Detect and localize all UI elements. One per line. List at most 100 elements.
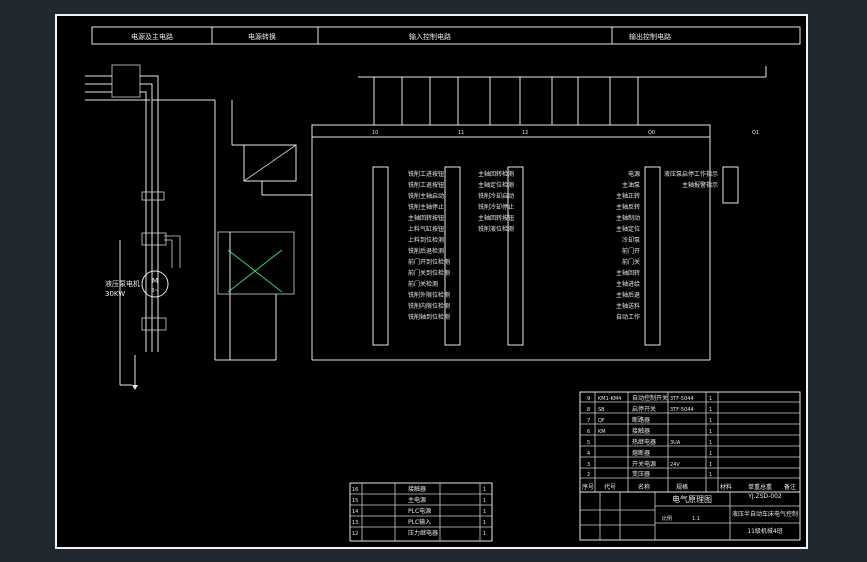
input-label: 主轴回转按钮 [478,214,514,222]
plc-module-q1: Q1 [752,130,759,136]
output-label: 主轴报警指示 [682,181,718,189]
bom-no: 9 [587,396,590,402]
output-label: 冷却泵 [622,236,640,244]
output-label: 主轴送料 [616,302,640,310]
module-q0-output-list: 电源 主油泵 主轴正转 主轴反转 主轴制动 主轴定位 冷却泵 前门开 前门关 主… [616,170,640,321]
output-label: 主轴回转 [616,269,640,277]
part-name: 主电源 [408,496,426,504]
output-label: 主轴定位 [616,225,640,233]
scale-label: 比例 [662,515,672,522]
main-power-circuit [85,64,216,390]
input-label: 铣削冷却停止 [478,203,514,211]
part-no: 14 [352,509,358,515]
part-name: PLC电源 [408,507,431,515]
bom-table: 9 KM1-KM4 自动控制开关 3TF-5044 1 8 SB 启停开关 3T… [579,391,801,493]
parts-table: 16 接触器 1 15 主电源 1 14 PLC电源 1 13 PLC输入 1 … [349,482,493,542]
input-label: 铣削外限位检测 [408,291,450,299]
bom-header-material: 材料 [720,483,732,491]
input-label: 铣削轴到位检测 [408,313,450,321]
bom-name: 断路器 [632,416,650,424]
motor-label: 液压泵电机 [105,279,140,288]
header-strip: 电源及主电路 电源转换 输入控制电路 输出控制电路 [91,26,801,45]
bom-qty: 1 [709,429,712,435]
motor-symbol-m: M [152,277,158,285]
bom-name: 自动控制开关 [632,394,668,402]
bom-no: 2 [587,472,590,478]
drawing-number: YJ.ZSD-002 [747,493,782,500]
input-label: 铣削主轴停止 [408,203,444,211]
input-label: 主轴定位检测 [478,181,514,189]
part-no: 16 [352,487,358,493]
bom-qty: 1 [709,440,712,446]
bom-no: 4 [587,451,590,457]
bom-no: 3 [587,462,590,468]
bom-qty: 1 [709,396,712,402]
output-label: 主轴进给 [616,280,640,288]
bom-qty: 1 [709,407,712,413]
header-section-power: 电源及主电路 [131,32,173,41]
bom-header-no: 序号 [582,483,594,491]
header-section-input: 输入控制电路 [409,32,451,41]
part-qty: 1 [483,520,486,526]
output-label: 主轴正转 [616,192,640,200]
bom-no: 8 [587,407,590,413]
input-label: 主轴回转检测 [478,170,514,178]
plc-module-10: 10 [372,130,378,136]
input-label: 前门关检测 [408,280,438,288]
bom-qty: 1 [709,418,712,424]
bom-qty: 1 [709,462,712,468]
output-label: 自动工作 [616,313,640,321]
bom-code: SB [598,407,605,413]
bom-name: 热继电器 [632,438,656,446]
project-name: 液压半自动车床电气控制 [732,510,798,518]
plc-module-q0: Q0 [648,130,655,136]
output-label: 前门开 [622,247,640,255]
bom-name: 熔断器 [632,449,650,457]
plc-module-12: 12 [522,130,528,136]
bom-name: 变压器 [632,470,650,478]
part-name: 接触器 [408,485,426,493]
bom-qty: 1 [709,451,712,457]
bom-code: KM1-KM4 [598,396,621,402]
input-label: 上料到位检测 [408,236,444,244]
part-name: 压力继电器 [408,529,438,537]
bom-no: 6 [587,429,590,435]
input-label: 铣削液位检测 [478,225,514,233]
bom-name: 开关电源 [632,460,656,468]
part-qty: 1 [483,509,486,515]
part-no: 12 [352,531,358,537]
input-label: 前门关到位检测 [408,269,450,277]
bom-code: KM [598,429,606,435]
input-label: 上料气缸按钮 [408,225,444,233]
bom-spec: 3TF-5044 [670,396,694,402]
part-qty: 1 [483,531,486,537]
motor-power: 30KW [105,290,125,298]
bom-header-remark: 备注 [784,483,796,491]
title-block: 电气原理图 YJ.ZSD-002 液压半自动车床电气控制 11级机械4班 比例 … [579,491,801,541]
motor-symbol-phase: 3~ [151,288,158,294]
output-label: 主轴后退 [616,291,640,299]
input-label: 铣削主轴启动 [408,192,444,200]
schematic-canvas: 电源及主电路 电源转换 输入控制电路 输出控制电路 M 3~ 液压泵电机 30K… [85,26,801,542]
motor-symbol: M 3~ 液压泵电机 30KW [105,270,169,298]
module-12-input-list: 主轴回转检测 主轴定位检测 铣削冷却启动 铣削冷却停止 主轴回转按钮 铣削液位检… [478,170,514,233]
output-label: 主轴反转 [616,203,640,211]
output-label: 液压泵启停工作指示 [664,170,718,178]
input-label: 铣削后退检测 [408,247,444,255]
output-label: 前门关 [622,258,640,266]
part-name: PLC输入 [408,518,431,526]
bom-header-spec: 规格 [676,483,688,491]
drawing-title: 电气原理图 [672,494,712,504]
bom-name: 接触器 [632,427,650,435]
output-label: 电源 [628,170,640,178]
bom-header-code: 代号 [604,483,616,491]
bom-spec: 3UA [670,440,681,446]
class-name: 11级机械4班 [747,527,782,535]
header-section-conversion: 电源转换 [248,32,276,41]
bom-header-name: 名称 [638,483,650,491]
input-label: 铣削内限位检测 [408,302,450,310]
plc-section: 10 11 12 Q0 Q1 [311,66,767,361]
header-section-output: 输出控制电路 [629,32,671,41]
bom-spec: 3TF-5044 [670,407,694,413]
input-label: 铣削工进按钮 [408,170,444,178]
